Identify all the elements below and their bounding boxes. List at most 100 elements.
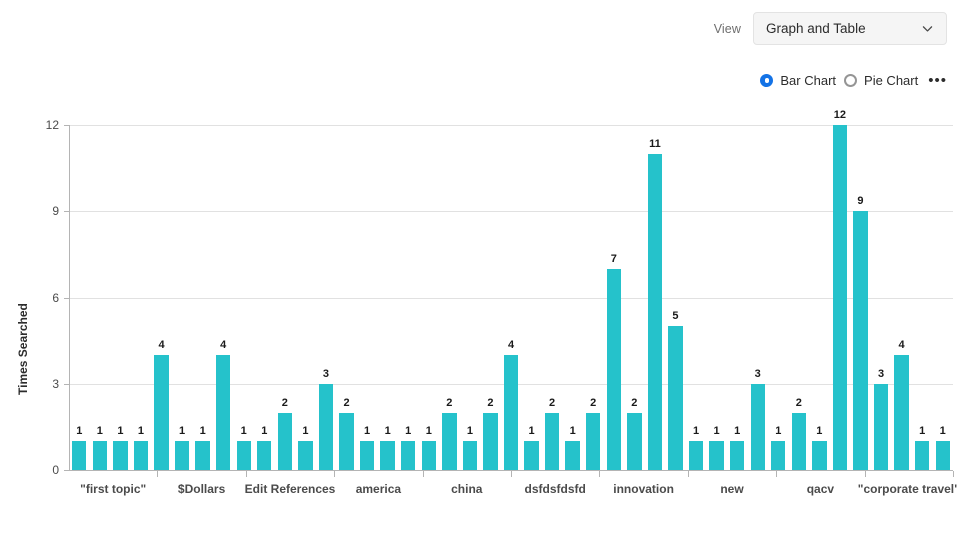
bar[interactable] (195, 441, 209, 470)
bar[interactable] (319, 384, 333, 470)
grid-line (69, 298, 953, 299)
view-select-value: Graph and Table (766, 21, 921, 36)
x-tick-mark (157, 471, 158, 477)
bar-value-label: 2 (343, 397, 349, 409)
more-options-icon[interactable]: ••• (926, 76, 947, 86)
grid-line (69, 211, 953, 212)
bar-value-label: 1 (200, 425, 206, 437)
bar[interactable] (360, 441, 374, 470)
grid-line (69, 125, 953, 126)
bar-value-label: 1 (76, 425, 82, 437)
bar-value-label: 1 (405, 425, 411, 437)
bar-value-label: 7 (611, 253, 617, 265)
bar-value-label: 1 (261, 425, 267, 437)
bar[interactable] (339, 413, 353, 471)
bar-value-label: 4 (220, 339, 226, 351)
bar-value-label: 2 (549, 397, 555, 409)
x-tick-mark (511, 471, 512, 477)
bar[interactable] (689, 441, 703, 470)
bar[interactable] (648, 154, 662, 470)
bar[interactable] (730, 441, 744, 470)
chart-type-radio-group: Bar Chart Pie Chart ••• (760, 73, 947, 88)
view-select[interactable]: Graph and Table (753, 12, 947, 45)
bar[interactable] (565, 441, 579, 470)
x-tick-label: dsfdsfdsfd (525, 482, 586, 496)
bar-value-label: 1 (775, 425, 781, 437)
bar-value-label: 1 (467, 425, 473, 437)
bar[interactable] (874, 384, 888, 470)
bar-value-label: 1 (734, 425, 740, 437)
bar[interactable] (278, 413, 292, 471)
bar-value-label: 2 (487, 397, 493, 409)
bar-value-label: 1 (179, 425, 185, 437)
bar[interactable] (894, 355, 908, 470)
bar-value-label: 2 (446, 397, 452, 409)
bar-value-label: 1 (364, 425, 370, 437)
bar[interactable] (668, 326, 682, 470)
bar-value-label: 4 (158, 339, 164, 351)
bar[interactable] (545, 413, 559, 471)
bar[interactable] (833, 125, 847, 470)
bar[interactable] (483, 413, 497, 471)
bar[interactable] (607, 269, 621, 470)
y-tick-label: 0 (27, 463, 59, 477)
bar[interactable] (792, 413, 806, 471)
x-tick-label: "corporate travel" (858, 482, 957, 496)
bar[interactable] (915, 441, 929, 470)
bar-value-label: 2 (631, 397, 637, 409)
bar-value-label: 1 (528, 425, 534, 437)
bar[interactable] (401, 441, 415, 470)
y-tick-label: 6 (27, 291, 59, 305)
y-tick-label: 9 (27, 204, 59, 218)
bar[interactable] (134, 441, 148, 470)
bar-chart: Times Searched Term 03691211114114112132… (0, 103, 957, 543)
bar-value-label: 2 (796, 397, 802, 409)
bar[interactable] (936, 441, 950, 470)
bar[interactable] (853, 211, 867, 470)
x-tick-mark (688, 471, 689, 477)
bar-value-label: 9 (857, 195, 863, 207)
bar-value-label: 1 (426, 425, 432, 437)
bar[interactable] (237, 441, 251, 470)
bar-value-label: 1 (693, 425, 699, 437)
bar[interactable] (298, 441, 312, 470)
bar[interactable] (463, 441, 477, 470)
bar[interactable] (257, 441, 271, 470)
bar[interactable] (154, 355, 168, 470)
bar-value-label: 1 (385, 425, 391, 437)
y-tick-label: 12 (27, 118, 59, 132)
bar-value-label: 3 (878, 368, 884, 380)
bar-value-label: 3 (755, 368, 761, 380)
bar[interactable] (93, 441, 107, 470)
bar[interactable] (113, 441, 127, 470)
bar[interactable] (175, 441, 189, 470)
bar[interactable] (380, 441, 394, 470)
bar-value-label: 1 (241, 425, 247, 437)
radio-pie-chart-label: Pie Chart (864, 73, 918, 88)
bar-value-label: 1 (97, 425, 103, 437)
bar[interactable] (216, 355, 230, 470)
x-tick-mark (953, 471, 954, 477)
bar-value-label: 2 (282, 397, 288, 409)
bar-value-label: 4 (899, 339, 905, 351)
bar[interactable] (504, 355, 518, 470)
bar-value-label: 1 (816, 425, 822, 437)
bar[interactable] (422, 441, 436, 470)
x-tick-label: america (356, 482, 401, 496)
bar[interactable] (812, 441, 826, 470)
radio-bar-chart[interactable]: Bar Chart (760, 73, 836, 88)
radio-unselected-icon (844, 74, 857, 87)
bar[interactable] (751, 384, 765, 470)
bar[interactable] (586, 413, 600, 471)
bar[interactable] (771, 441, 785, 470)
bar[interactable] (627, 413, 641, 471)
bar[interactable] (442, 413, 456, 471)
bar[interactable] (524, 441, 538, 470)
x-tick-mark (423, 471, 424, 477)
bar[interactable] (709, 441, 723, 470)
bar-value-label: 1 (117, 425, 123, 437)
radio-pie-chart[interactable]: Pie Chart (844, 73, 918, 88)
bar-value-label: 1 (302, 425, 308, 437)
bar-value-label: 11 (649, 138, 661, 150)
bar[interactable] (72, 441, 86, 470)
